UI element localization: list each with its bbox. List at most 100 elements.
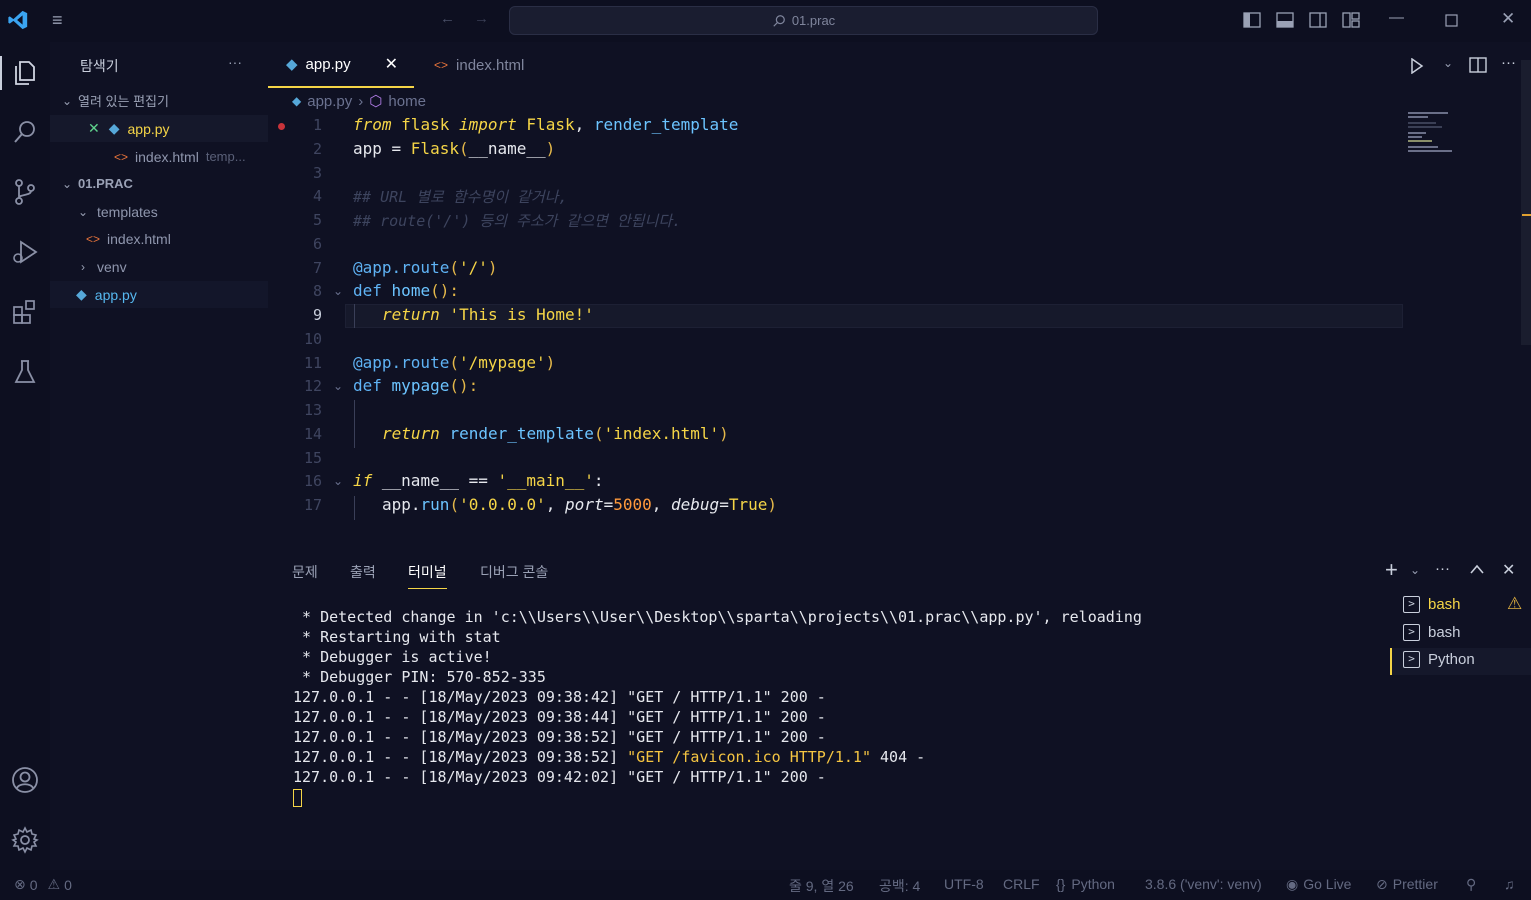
close-editor-icon[interactable]: ✕ [88, 120, 100, 137]
panel-tab-problems[interactable]: 문제 [292, 562, 318, 582]
code-line-9: return 'This is Home!' [382, 305, 594, 324]
breadcrumb: ◆ app.py › ⬡ home [292, 92, 426, 111]
encoding[interactable]: UTF-8 [944, 876, 984, 892]
explorer-icon[interactable] [9, 56, 41, 88]
close-window-icon[interactable]: ✕ [1501, 9, 1515, 29]
toggle-secondary-sidebar-icon[interactable] [1309, 12, 1327, 28]
account-icon[interactable] [9, 764, 41, 796]
testing-icon[interactable] [9, 356, 41, 388]
code-line-5: ## route('/') 등의 주소가 같으면 안됩니다. [353, 212, 682, 230]
maximize-icon[interactable] [1445, 14, 1458, 27]
end-of-line[interactable]: CRLF [1003, 876, 1040, 892]
explorer-title: 탐색기 [80, 58, 119, 74]
breadcrumb-symbol[interactable]: home [388, 93, 426, 110]
go-live-button[interactable]: ◉ Go Live [1286, 876, 1351, 893]
code-line-16: if __name__ == '__main__': [353, 471, 604, 490]
terminal-cursor [293, 789, 302, 807]
editor-more-actions-icon[interactable]: ··· [1501, 54, 1516, 71]
code-line-11: @app.route('/mypage') [353, 353, 556, 372]
title-bar: ≡ ← → 01.prac — ✕ [0, 0, 1531, 42]
panel-tab-output[interactable]: 출력 [350, 562, 376, 582]
chevron-down-icon: ⌄ [61, 93, 73, 108]
terminal-line: 127.0.0.1 - - [18/May/2023 09:38:44] "GE… [293, 708, 826, 726]
tab-app-py[interactable]: ◆ app.py ✕ [268, 42, 414, 88]
menu-icon[interactable]: ≡ [52, 10, 63, 31]
code-line-1: from flask import Flask, render_template [353, 115, 739, 134]
run-python-file-icon[interactable] [1410, 58, 1424, 74]
minimap[interactable] [1408, 112, 1458, 152]
more-actions-icon[interactable]: ··· [228, 54, 242, 70]
problems-status[interactable]: ⊗ 0 ⚠ 0 [14, 876, 72, 893]
customize-layout-icon[interactable] [1342, 12, 1360, 28]
tree-item-index-html[interactable]: <> index.html [50, 225, 268, 252]
prettier-button[interactable]: ⊘ Prettier [1376, 876, 1438, 893]
terminal-list-item-bash[interactable]: > bash [1403, 596, 1461, 613]
terminal-list-item-python[interactable]: > Python [1403, 651, 1475, 668]
close-panel-icon[interactable]: ✕ [1502, 560, 1515, 580]
fold-chevron-icon[interactable]: ⌄ [333, 379, 343, 393]
code-line-7: @app.route('/') [353, 258, 498, 277]
fold-chevron-icon[interactable]: ⌄ [333, 284, 343, 298]
python-file-icon: ◆ [286, 56, 298, 73]
status-bar: ⊗ 0 ⚠ 0 줄 9, 열 26 공백: 4 UTF-8 CRLF {} Pytho… [0, 870, 1531, 900]
fold-chevron-icon[interactable]: ⌄ [333, 474, 343, 488]
split-editor-icon[interactable] [1469, 57, 1487, 73]
language-mode[interactable]: {} Python [1056, 876, 1115, 892]
vscode-logo-icon [8, 10, 28, 30]
panel-tab-debug-console[interactable]: 디버그 콘솔 [480, 562, 548, 582]
back-arrow-icon[interactable]: ← [440, 10, 455, 27]
open-editor-index-html[interactable]: <> index.html temp... [50, 143, 268, 170]
braces-icon: {} [1056, 876, 1066, 892]
open-editor-app-py[interactable]: ✕ ◆ app.py [50, 115, 268, 142]
html-file-icon: <> [434, 58, 449, 72]
folder-section-01-prac[interactable]: ⌄ 01.PRAC [50, 170, 268, 197]
toggle-primary-sidebar-icon[interactable] [1243, 12, 1261, 28]
code-line-8: def home(): [353, 281, 459, 300]
indentation[interactable]: 공백: 4 [879, 876, 920, 896]
search-icon[interactable] [9, 116, 41, 148]
run-dropdown-icon[interactable]: ⌄ [1443, 56, 1453, 70]
code-line-12: def mypage(): [353, 376, 479, 395]
source-control-icon[interactable] [9, 176, 41, 208]
tab-index-html[interactable]: <> index.html [426, 42, 546, 88]
cursor-position[interactable]: 줄 9, 열 26 [789, 876, 854, 896]
settings-icon[interactable] [9, 824, 41, 856]
unsaved-dot-icon [278, 123, 285, 130]
toggle-panel-icon[interactable] [1276, 12, 1294, 28]
extensions-icon[interactable] [9, 296, 41, 328]
terminal-list-item-bash[interactable]: > bash [1403, 624, 1461, 641]
python-interpreter[interactable]: 3.8.6 ('venv': venv) [1145, 876, 1262, 892]
run-debug-icon[interactable] [9, 236, 41, 268]
search-text: 01.prac [791, 13, 836, 28]
terminal-icon: > [1403, 596, 1420, 613]
panel-more-actions-icon[interactable]: ··· [1435, 560, 1450, 577]
terminal-icon: > [1403, 651, 1420, 668]
terminal-icon: > [1403, 624, 1420, 641]
new-terminal-icon[interactable]: + [1385, 559, 1398, 581]
chevron-right-icon: › [81, 259, 85, 274]
open-editors-section[interactable]: ⌄ 열려 있는 편집기 [50, 87, 268, 114]
html-file-icon: <> [114, 149, 129, 164]
command-center-search[interactable]: 01.prac [509, 6, 1098, 35]
close-tab-icon[interactable]: ✕ [385, 54, 398, 74]
minimize-icon[interactable]: — [1389, 9, 1404, 26]
editor-scrollbar[interactable] [1521, 60, 1531, 345]
python-file-icon: ◆ [108, 120, 120, 136]
python-file-icon: ◆ [292, 94, 302, 108]
chevron-down-icon: ⌄ [77, 204, 89, 219]
python-file-icon: ◆ [76, 286, 87, 302]
tree-item-venv[interactable]: › venv [50, 253, 268, 280]
error-icon: ⊗ [14, 876, 26, 892]
breadcrumb-file[interactable]: app.py [307, 93, 352, 110]
maximize-panel-icon[interactable] [1470, 564, 1484, 574]
terminal-dropdown-icon[interactable]: ⌄ [1410, 563, 1420, 577]
notifications-bell-icon[interactable]: ♫ [1504, 876, 1515, 892]
chevron-down-icon: ⌄ [61, 176, 73, 191]
tree-item-templates[interactable]: ⌄ templates [50, 198, 268, 225]
tree-item-app-py[interactable]: ◆ app.py [50, 281, 268, 308]
forward-arrow-icon[interactable]: → [474, 10, 489, 27]
panel-tab-terminal[interactable]: 터미널 [408, 562, 447, 589]
terminal-line: 127.0.0.1 - - [18/May/2023 09:38:52] "GE… [293, 748, 926, 766]
terminal-line: * Debugger PIN: 570-852-335 [293, 668, 546, 686]
accounts-sync-icon[interactable]: ⚲ [1466, 876, 1476, 893]
